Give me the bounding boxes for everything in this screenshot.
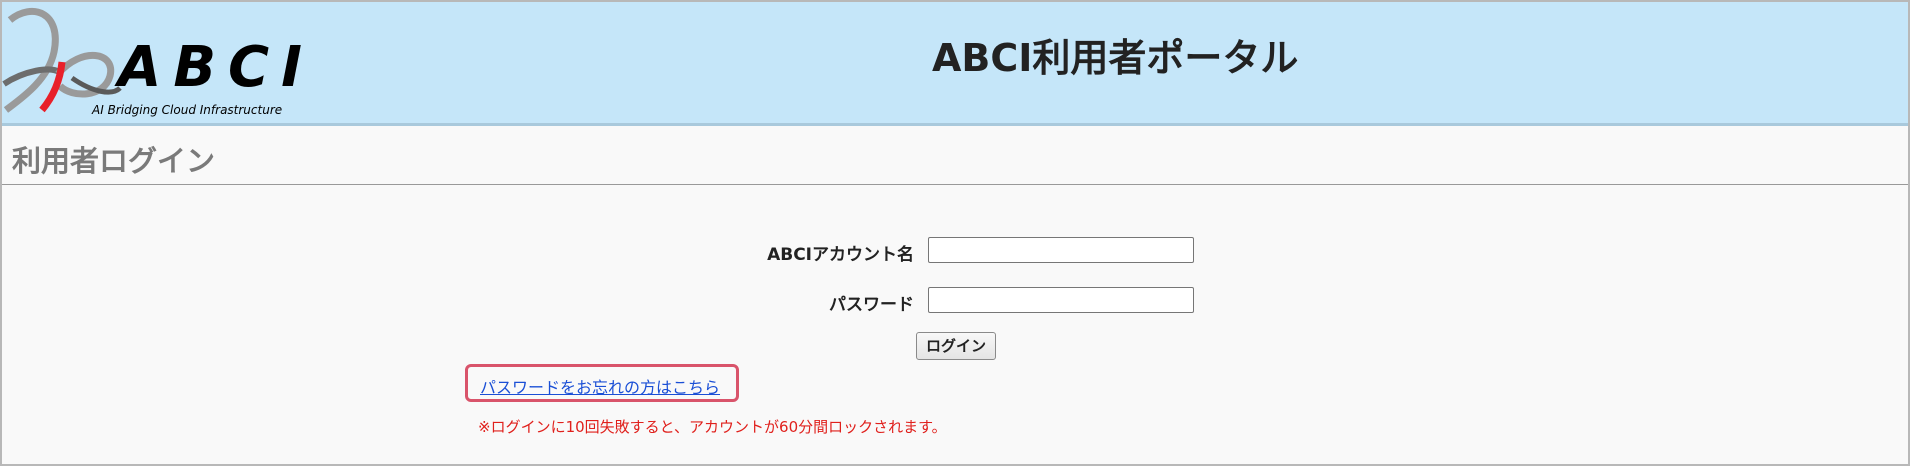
login-button[interactable]: ログイン — [916, 332, 996, 360]
page-title: 利用者ログイン — [12, 144, 216, 178]
lockout-warning: ※ログインに10回失敗すると、アカウントが60分間ロックされます。 — [478, 418, 947, 436]
logo-subtitle: AI Bridging Cloud Infrastructure — [92, 103, 283, 117]
site-header: ABCI AI Bridging Cloud Infrastructure AB… — [2, 2, 1908, 126]
password-input[interactable] — [928, 287, 1194, 313]
forgot-password-link[interactable]: パスワードをお忘れの方はこちら — [480, 374, 720, 398]
portal-window: ABCI AI Bridging Cloud Infrastructure AB… — [0, 0, 1910, 466]
forgot-password-highlight: パスワードをお忘れの方はこちら — [465, 364, 739, 402]
logo-text: ABCI — [118, 35, 314, 100]
password-label: パスワード — [829, 295, 914, 315]
account-label: ABCIアカウント名 — [767, 245, 914, 265]
page-title-bar: 利用者ログイン — [2, 126, 1908, 185]
abci-logo: ABCI AI Bridging Cloud Infrastructure — [2, 2, 302, 123]
portal-title: ABCI利用者ポータル — [932, 36, 1299, 80]
account-name-input[interactable] — [928, 237, 1194, 263]
